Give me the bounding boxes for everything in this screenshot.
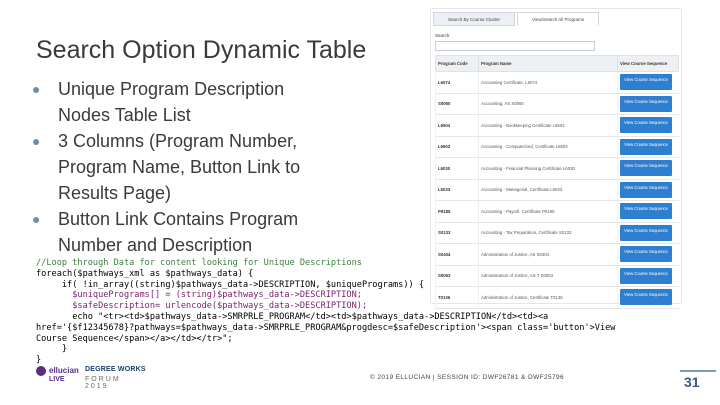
code-line: href='{$f12345678}?pathways=$pathways_da…	[36, 322, 616, 333]
program-name-cell: Administration of Justice, Certificate T…	[478, 286, 618, 309]
code-line: if( !in_array((string)$pathways_data->DE…	[36, 279, 425, 290]
bullet-list: ● Unique Program Description Nodes Table …	[30, 76, 330, 258]
view-sequence-cell: View Course Sequence	[617, 114, 679, 137]
bullet-item: ● Unique Program Description Nodes Table …	[30, 76, 330, 128]
bullet-text: Unique Program Description Nodes Table L…	[58, 79, 285, 125]
view-course-sequence-button[interactable]: View Course Sequence	[620, 138, 672, 155]
bullet-marker: ●	[32, 81, 41, 97]
view-course-sequence-button[interactable]: View Course Sequence	[620, 267, 672, 284]
ellucian-logo-icon	[36, 366, 46, 376]
program-name-cell: Accounting - Bookkeeping Certificate L65…	[478, 114, 618, 137]
view-course-sequence-button[interactable]: View Course Sequence	[620, 224, 672, 241]
bullet-marker: ●	[32, 133, 41, 149]
table-row: S0404 Administration of Justice, AS S0404…	[435, 243, 679, 266]
tab-view-all-programs[interactable]: View/Search All Programs	[517, 12, 599, 26]
view-course-sequence-button[interactable]: View Course Sequence	[620, 203, 672, 220]
code-line: echo "<tr><td>$pathways_data->SMRPRLE_PR…	[36, 311, 549, 322]
slide-title: Search Option Dynamic Table	[36, 36, 367, 64]
table-row: S0133 Accounting - Tax Preparation, Certi…	[435, 222, 679, 244]
view-sequence-cell: View Course Sequence	[617, 71, 679, 94]
table-row: P9185 Accounting - Payroll, Certificate P…	[435, 200, 679, 223]
search-input[interactable]	[435, 41, 595, 51]
tab-bar: Search By Course Cluster View/Search All…	[433, 12, 599, 26]
program-name-cell: Administration of Justice, AS S0404	[478, 243, 618, 266]
logo-brand: ellucian	[49, 366, 79, 375]
bullet-text: 3 Columns (Program Number, Program Name,…	[58, 131, 301, 203]
view-course-sequence-button[interactable]: View Course Sequence	[620, 160, 672, 177]
view-course-sequence-button[interactable]: View Course Sequence	[620, 289, 672, 306]
table-row: L6504 Accounting - Bookkeeping Certificat…	[435, 114, 679, 137]
program-name-cell: Accounting - Financial Planning Certific…	[478, 157, 618, 180]
view-sequence-cell: View Course Sequence	[617, 200, 679, 223]
program-code-cell: T0136	[435, 286, 479, 309]
table-row: T0136 Administration of Justice, Certific…	[435, 286, 679, 309]
table-row: L6074 Accounting Certificate, L6074 View C…	[435, 71, 679, 94]
table-row: L6030 Accounting - Financial Planning Cer…	[435, 157, 679, 180]
column-header-program-code[interactable]: Program Code	[435, 55, 479, 72]
program-name-cell: Accounting Certificate, L6074	[478, 71, 618, 94]
table-row: L6033 Accounting - Managerial, Certificat…	[435, 179, 679, 201]
logo-live: LIVE	[49, 376, 65, 383]
program-code-cell: S0133	[435, 222, 479, 244]
code-line: //Loop through Data for content looking …	[36, 258, 362, 268]
program-code-cell: L6033	[435, 179, 479, 201]
code-line: $uniquePrograms[] = (string)$pathways_da…	[36, 290, 362, 301]
program-code-cell: S0063	[435, 265, 479, 287]
view-sequence-cell: View Course Sequence	[617, 243, 679, 266]
program-name-cell: Administration of Justice, AS-T S0063	[478, 265, 618, 287]
bullet-text: Button Link Contains Program Number and …	[58, 209, 299, 255]
program-code-cell: L6504	[435, 114, 479, 137]
view-course-sequence-button[interactable]: View Course Sequence	[620, 95, 672, 112]
programs-table: Program Code Program Name View Course Se…	[435, 55, 679, 309]
view-sequence-cell: View Course Sequence	[617, 157, 679, 180]
view-sequence-cell: View Course Sequence	[617, 136, 679, 158]
program-name-cell: Accounting - Tax Preparation, Certificat…	[478, 222, 618, 244]
program-name-cell: Accounting - Computerized, Certificate L…	[478, 136, 618, 158]
table-row: S0063 Administration of Justice, AS-T S00…	[435, 265, 679, 287]
view-sequence-cell: View Course Sequence	[617, 265, 679, 287]
ellucian-degree-works-forum-logo: ellucian LIVE DEGREE WORKS FORUM 2019	[36, 364, 146, 390]
view-course-sequence-button[interactable]: View Course Sequence	[620, 181, 672, 198]
column-header-view-sequence[interactable]: View Course Sequence	[617, 55, 679, 72]
program-name-cell: Accounting, AS S0060	[478, 93, 618, 115]
code-line: }	[36, 344, 68, 355]
program-search-screenshot: Search By Course Cluster View/Search All…	[430, 8, 682, 309]
view-course-sequence-button[interactable]: View Course Sequence	[620, 74, 672, 91]
bullet-item: ● 3 Columns (Program Number, Program Name…	[30, 128, 330, 206]
program-code-cell: L6074	[435, 71, 479, 94]
copyright-text: © 2019 ELLUCIAN | SESSION ID: DWF26781 &…	[370, 374, 565, 381]
search-label: Search:	[435, 33, 451, 38]
code-line: $safeDescription= urlencode($pathways_da…	[36, 301, 368, 312]
view-course-sequence-button[interactable]: View Course Sequence	[620, 117, 672, 134]
view-sequence-cell: View Course Sequence	[617, 179, 679, 201]
bullet-item: ● Button Link Contains Program Number and…	[30, 206, 330, 258]
program-name-cell: Accounting - Payroll, Certificate P9185	[478, 200, 618, 223]
view-sequence-cell: View Course Sequence	[617, 222, 679, 244]
bullet-marker: ●	[32, 211, 41, 227]
code-line: Course Sequence</span></a></td></tr>";	[36, 333, 233, 344]
program-code-cell: P9185	[435, 200, 479, 223]
table-header-row: Program Code Program Name View Course Se…	[435, 55, 679, 72]
view-sequence-cell: View Course Sequence	[617, 286, 679, 309]
footer-divider	[680, 370, 716, 372]
program-code-cell: S0060	[435, 93, 479, 115]
column-header-program-name[interactable]: Program Name	[478, 55, 618, 72]
program-code-cell: L6503	[435, 136, 479, 158]
table-row: S0060 Accounting, AS S0060 View Course Seq…	[435, 93, 679, 115]
logo-degree-works: DEGREE WORKS	[85, 366, 146, 373]
logo-forum: FORUM 2019	[85, 376, 121, 390]
code-line: foreach($pathways_xml as $pathways_data)…	[36, 268, 254, 279]
tab-search-by-cluster[interactable]: Search By Course Cluster	[433, 12, 515, 26]
program-name-cell: Accounting - Managerial, Certificate L60…	[478, 179, 618, 201]
program-code-cell: L6030	[435, 157, 479, 180]
view-sequence-cell: View Course Sequence	[617, 93, 679, 115]
page-number: 31	[684, 374, 700, 390]
table-row: L6503 Accounting - Computerized, Certific…	[435, 136, 679, 158]
view-course-sequence-button[interactable]: View Course Sequence	[620, 246, 672, 263]
program-code-cell: S0404	[435, 243, 479, 266]
